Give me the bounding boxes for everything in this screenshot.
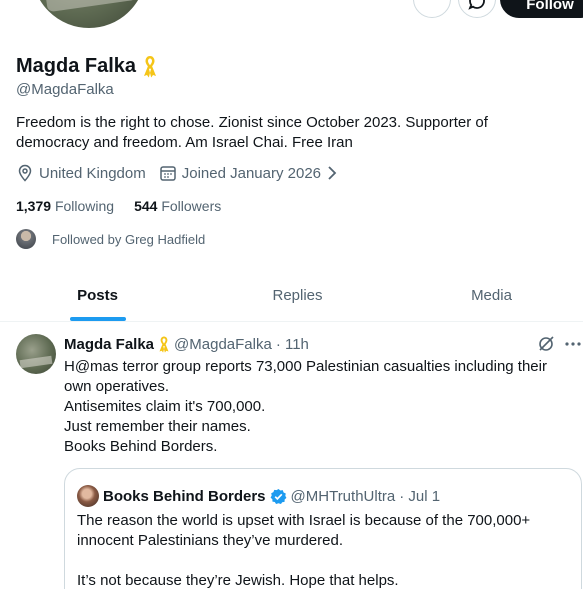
following-label: Following [54,198,115,214]
tab-posts[interactable]: Posts [0,270,195,321]
quoted-author-name: Books Behind Borders [103,487,266,505]
tab-media[interactable]: Media [400,270,583,321]
following-count: 1,379 [16,198,52,214]
quoted-author-avatar [77,485,99,507]
post-text: H@mas terror group reports 73,000 Palest… [64,357,574,457]
message-icon [468,0,485,10]
post-time[interactable]: · 11h [276,336,309,353]
followers-label: Followers [161,198,222,214]
grok-icon[interactable] [537,335,555,353]
followers-link[interactable]: 544 Followers [134,198,221,214]
joined-text: Joined January 2026 [181,164,322,182]
profile-bio: Freedom is the right to chose. Zionist s… [16,114,488,151]
yellow-ribbon-icon [159,336,169,353]
post-line: Antisemites claim it's 700,000. [64,398,266,415]
follower-avatar [16,229,36,249]
location-item: United Kingdom [16,164,146,182]
active-tab-indicator [69,317,126,321]
quoted-text-paragraph: The reason the world is upset with Israe… [77,512,531,549]
profile-meta: United Kingdom Joined January 2026 [16,164,351,182]
tab-replies[interactable]: Replies [195,270,400,321]
quoted-post-header: Books Behind Borders @MHTruthUltra · Jul… [77,485,440,507]
post-line: Just remember their names. [64,418,251,435]
followed-by[interactable]: Followed by Greg Hadfield [16,229,205,249]
chevron-right-icon [328,166,337,180]
following-link[interactable]: 1,379 Following [16,198,114,214]
quoted-author-handle: @MHTruthUltra [290,487,396,505]
calendar-icon [159,166,176,181]
post[interactable]: Magda Falka @MagdaFalka · 11h H@mas terr… [0,322,583,589]
more-options-button[interactable]: ··· [413,0,451,18]
quoted-post-time: · Jul 1 [399,487,441,505]
quoted-text-paragraph: It’s not because they’re Jewish. Hope th… [77,572,399,589]
location-pin-icon [18,164,32,182]
follow-button[interactable]: Follow [500,0,583,18]
profile-handle: @MagdaFalka [16,81,114,98]
more-icon[interactable] [565,335,581,353]
tab-replies-label: Replies [272,287,323,304]
joined-item[interactable]: Joined January 2026 [159,164,338,182]
quoted-post-text: The reason the world is upset with Israe… [77,511,567,589]
post-actions [537,335,581,353]
post-header: Magda Falka @MagdaFalka · 11h [64,335,309,353]
post-author-handle[interactable]: @MagdaFalka [174,336,272,353]
yellow-ribbon-icon [144,56,157,78]
message-button[interactable] [458,0,496,18]
profile-display-name: Magda Falka [16,54,137,77]
followed-by-text: Followed by Greg Hadfield [52,231,206,247]
profile-stats: 1,379 Following 544 Followers [16,198,221,214]
post-line: Books Behind Borders. [64,438,218,455]
more-icon: ··· [414,0,450,5]
tab-media-label: Media [471,287,512,304]
profile-tabs: Posts Replies Media [0,270,583,322]
post-line: H@mas terror group reports 73,000 Palest… [64,358,552,395]
profile-name-row: Magda Falka [16,54,158,78]
verified-badge-icon [270,488,286,504]
post-author-avatar[interactable] [16,334,56,374]
post-author-name[interactable]: Magda Falka [64,336,154,353]
tab-posts-label: Posts [77,287,118,304]
quoted-post[interactable]: Books Behind Borders @MHTruthUltra · Jul… [64,468,582,589]
location-text: United Kingdom [39,164,146,182]
followers-count: 544 [134,198,158,214]
profile-avatar[interactable] [28,0,150,32]
